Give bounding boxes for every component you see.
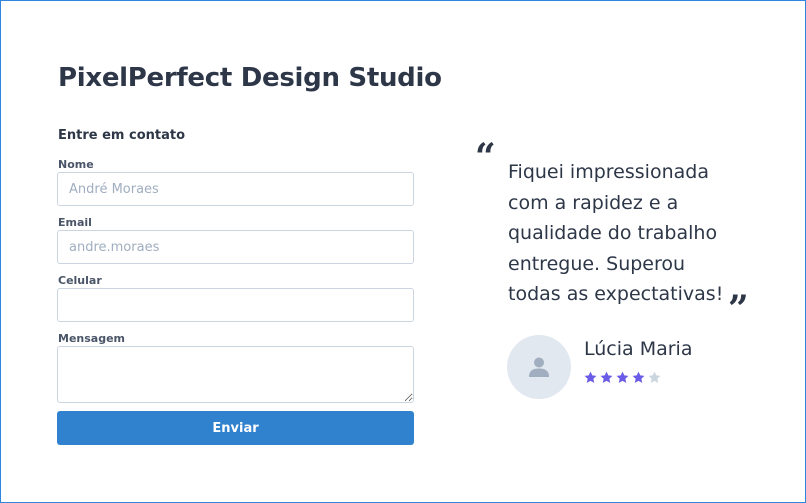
testimonial-author: Lúcia Maria [584, 338, 693, 360]
star-empty-icon [648, 371, 661, 383]
star-filled-icon [632, 371, 645, 383]
close-quote-icon: ” [728, 288, 749, 330]
name-input[interactable] [57, 172, 414, 206]
star-filled-icon [616, 371, 629, 383]
form-heading: Entre em contato [58, 128, 186, 143]
submit-button[interactable]: Enviar [57, 411, 414, 445]
open-quote-icon: “ [475, 136, 496, 178]
testimonial-text: Fiquei impressionada com a rapidez e a q… [508, 161, 724, 305]
star-filled-icon [584, 371, 597, 383]
name-label: Nome [58, 158, 94, 171]
phone-input[interactable] [57, 288, 414, 322]
message-textarea[interactable] [57, 346, 414, 403]
user-icon [529, 357, 549, 377]
message-label: Mensagem [58, 332, 126, 345]
star-rating [583, 370, 662, 385]
email-input[interactable] [57, 230, 414, 264]
phone-label: Celular [58, 274, 102, 287]
email-label: Email [58, 216, 92, 229]
page-frame: PixelPerfect Design Studio Entre em cont… [0, 0, 806, 503]
page-title: PixelPerfect Design Studio [58, 63, 442, 93]
avatar [507, 335, 571, 399]
star-filled-icon [600, 371, 613, 383]
